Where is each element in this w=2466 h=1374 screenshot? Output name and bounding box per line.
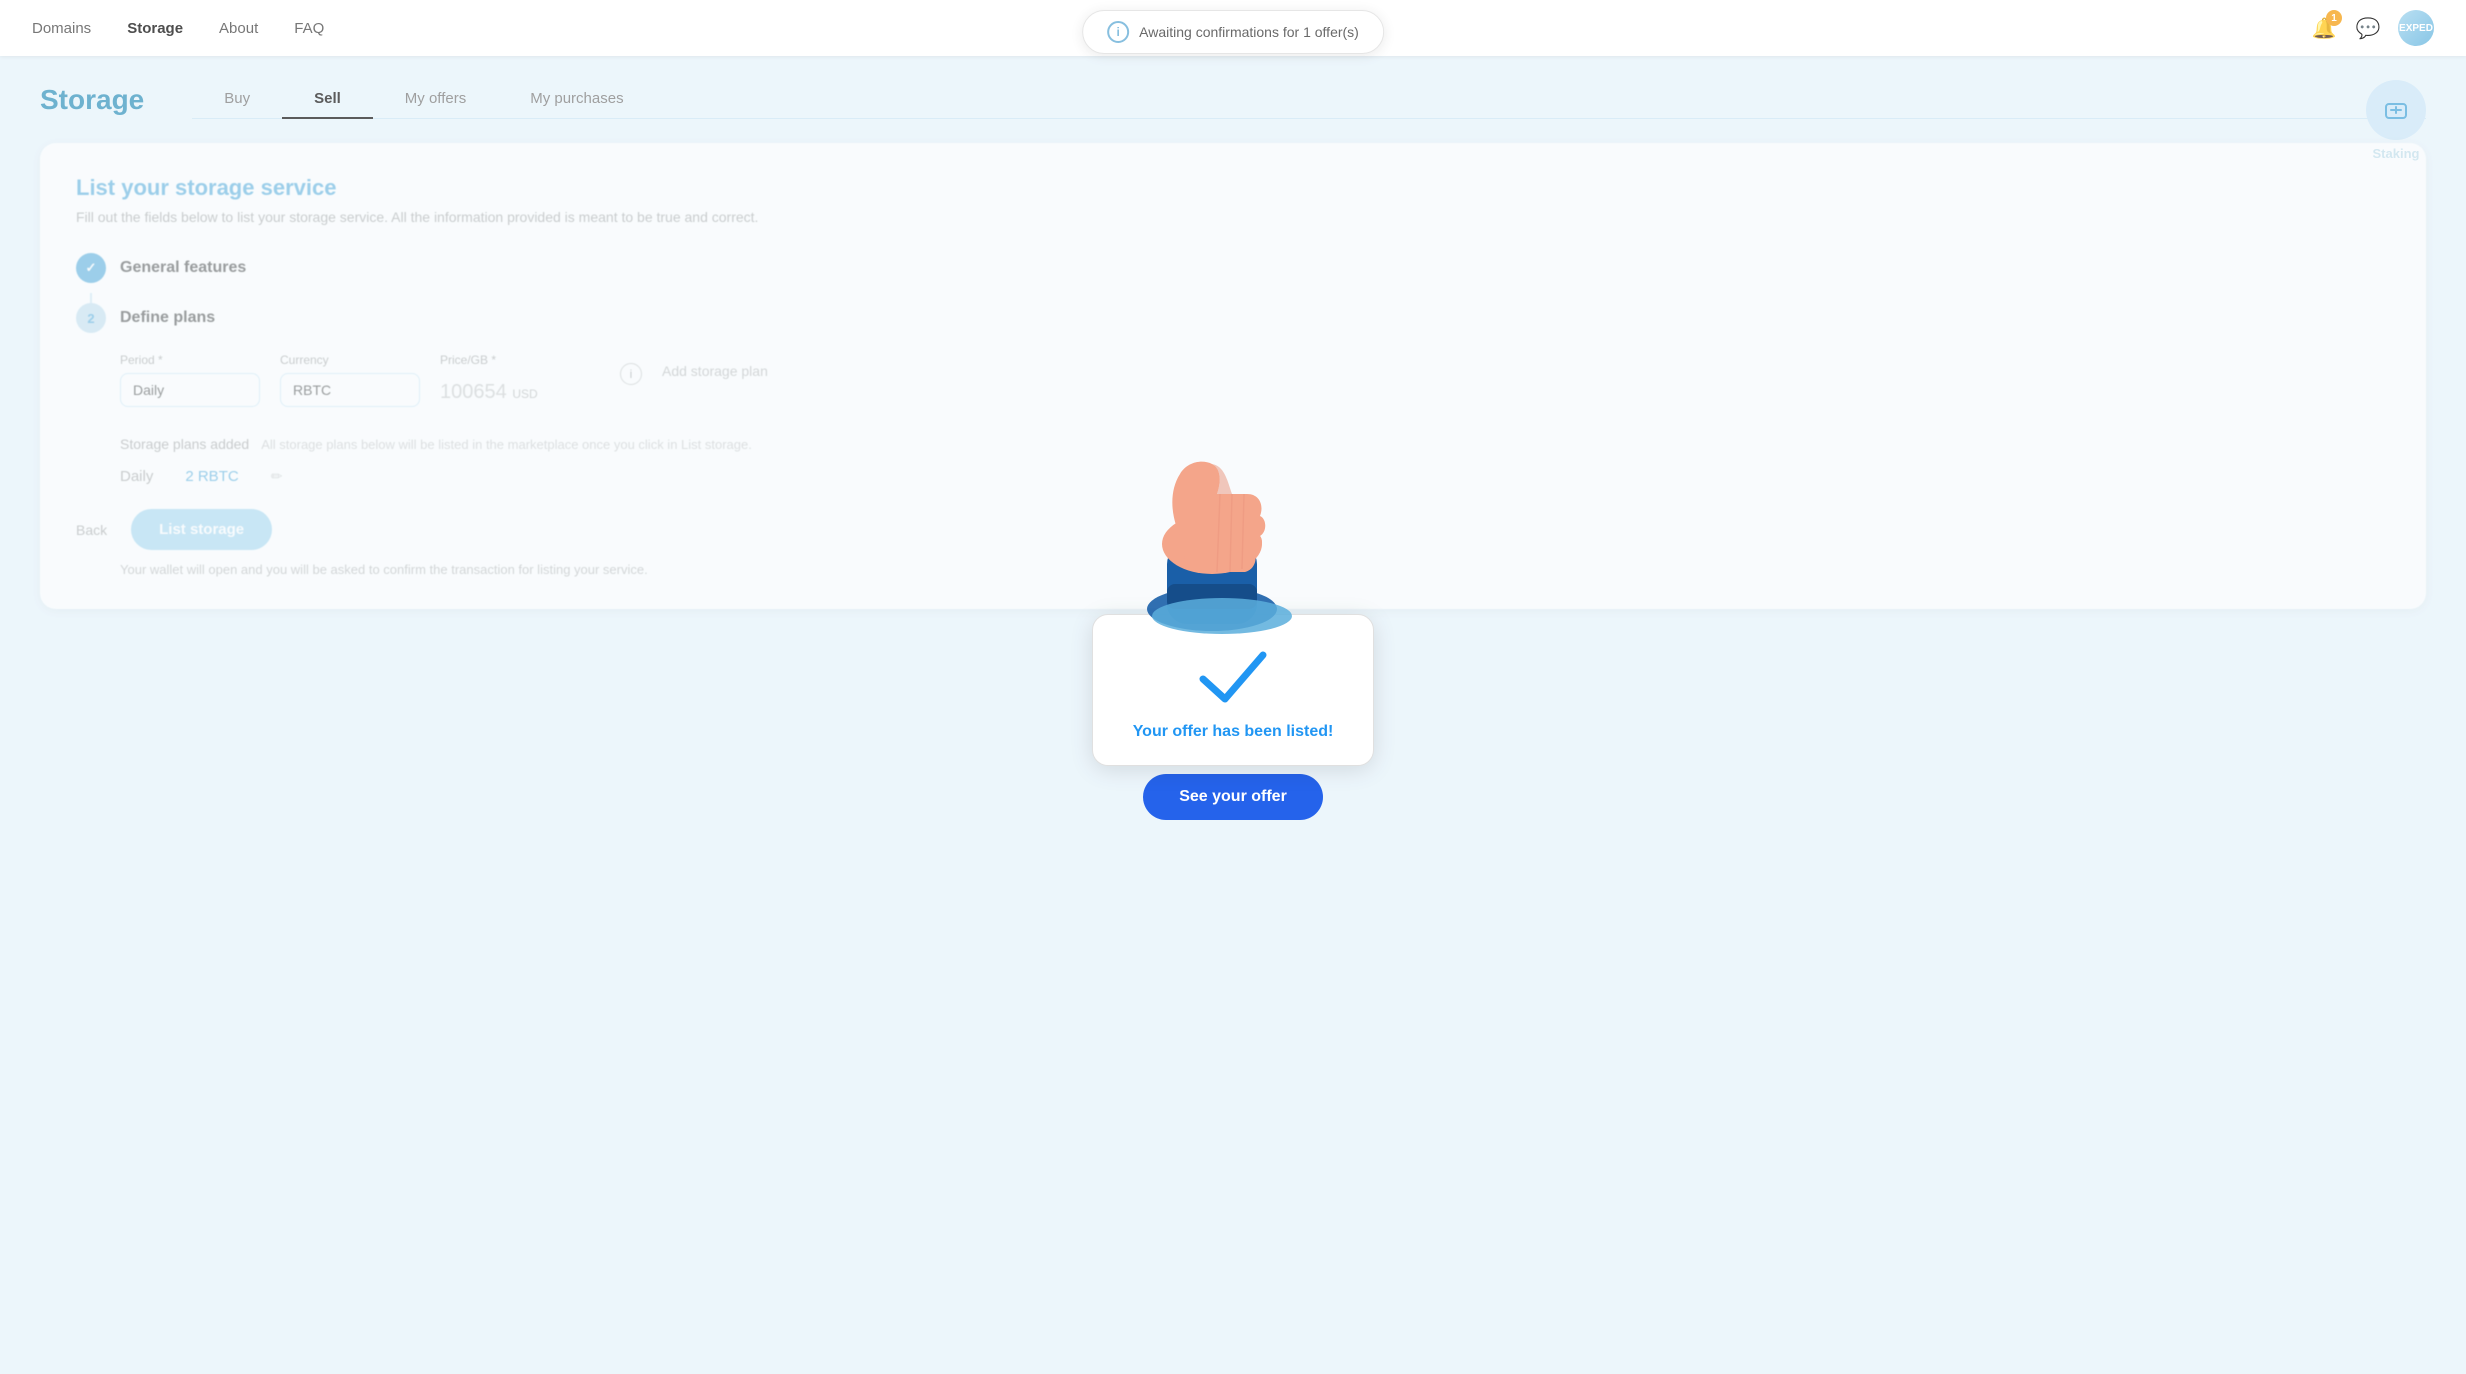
success-overlay: Your offer has been listed! See your off… — [0, 0, 2466, 1374]
success-message: Your offer has been listed! — [1133, 723, 1334, 741]
thumbs-illustration — [1112, 424, 1332, 644]
see-offer-button[interactable]: See your offer — [1143, 774, 1323, 820]
checkmark-icon — [1197, 647, 1269, 707]
popup-wrapper: Your offer has been listed! See your off… — [1092, 614, 1375, 820]
thumbs-shadow — [1152, 598, 1292, 634]
